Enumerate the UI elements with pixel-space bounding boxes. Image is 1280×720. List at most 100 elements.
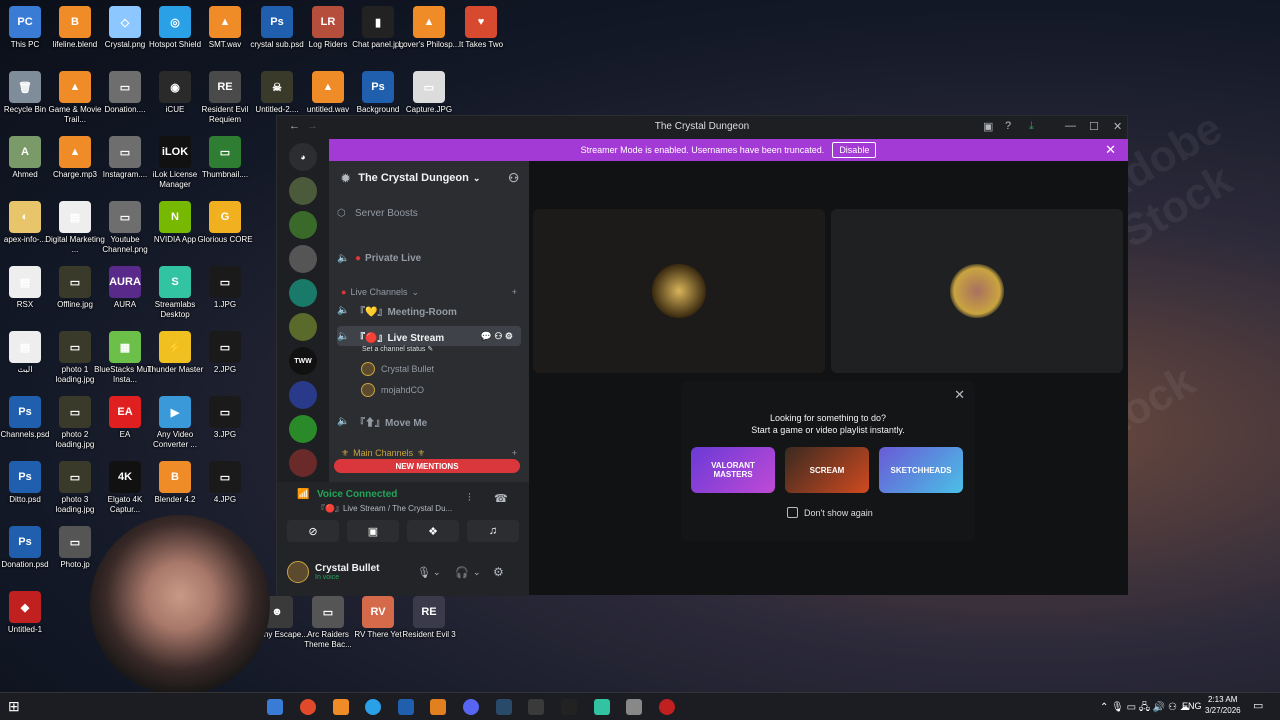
- video-tile[interactable]: [533, 209, 825, 373]
- channel-live-stream[interactable]: 🔈 『🔴』Live Stream 💬 ⚇ ⚙: [337, 326, 521, 346]
- noise-icon[interactable]: ⫶: [468, 492, 471, 505]
- channel-move-me[interactable]: 🔈 『⬆』Move Me: [337, 411, 521, 431]
- activities-icon[interactable]: ❖: [407, 520, 459, 542]
- discord-taskbar-icon[interactable]: [463, 699, 479, 715]
- desktop-icon[interactable]: ▲ SMT.wav: [196, 6, 254, 68]
- file-icon: RE: [209, 71, 241, 103]
- streamlabs-icon[interactable]: [594, 699, 610, 715]
- file-icon: A: [9, 136, 41, 168]
- telegram-icon[interactable]: [365, 699, 381, 715]
- checkbox[interactable]: [787, 507, 798, 518]
- headphones-icon[interactable]: 🎧: [455, 566, 469, 579]
- server-icon[interactable]: [289, 313, 317, 341]
- chrome-icon[interactable]: [300, 699, 316, 715]
- disconnect-icon[interactable]: ☎: [494, 492, 508, 505]
- desktop-icon[interactable]: ▭ Thumbnail....: [196, 136, 254, 198]
- file-icon: ▲: [59, 71, 91, 103]
- file-icon: ▦: [109, 331, 141, 363]
- desktop-icon[interactable]: ▭ 1.JPG: [196, 266, 254, 328]
- server-icon[interactable]: [289, 381, 317, 409]
- desktop-icon[interactable]: Ps crystal sub.psd: [248, 6, 306, 68]
- close-icon[interactable]: ✕: [954, 387, 965, 403]
- desktop-icon[interactable]: ♥ It Takes Two: [452, 6, 510, 68]
- discord-home-icon[interactable]: ◕: [289, 143, 317, 171]
- desktop-icon[interactable]: RE Resident Evil Requiem: [196, 71, 254, 133]
- screen-share-icon[interactable]: ▣: [347, 520, 399, 542]
- disable-button[interactable]: Disable: [832, 142, 877, 158]
- desktop-icon[interactable]: ▭ 3.JPG: [196, 396, 254, 458]
- channel-private-live[interactable]: 🔈 ● Private Live: [337, 248, 521, 268]
- server-icon[interactable]: [289, 449, 317, 477]
- server-icon[interactable]: [289, 177, 317, 205]
- dont-show-again[interactable]: Don't show again: [787, 507, 873, 518]
- new-mentions-pill[interactable]: NEW MENTIONS: [334, 459, 520, 473]
- game-thumbnail[interactable]: SCREAM: [785, 447, 869, 493]
- file-explorer-icon[interactable]: [267, 699, 283, 715]
- soundboard-icon[interactable]: ♫: [467, 520, 519, 542]
- close-window-icon[interactable]: ✕: [1113, 120, 1122, 133]
- voice-member[interactable]: mojahdCO: [361, 381, 424, 399]
- server-icon[interactable]: [289, 245, 317, 273]
- app-icon[interactable]: [561, 699, 577, 715]
- channel-actions-icon[interactable]: 💬 ⚇ ⚙: [481, 331, 513, 342]
- app-icon[interactable]: [626, 699, 642, 715]
- camera-off-icon[interactable]: ⊘: [287, 520, 339, 542]
- vlc-icon[interactable]: [333, 699, 349, 715]
- desktop-icon-label: It Takes Two: [458, 40, 504, 49]
- game-thumbnail[interactable]: VALORANT MASTERS: [691, 447, 775, 493]
- close-banner-icon[interactable]: ✕: [1105, 142, 1116, 158]
- server-header[interactable]: ✹ The Crystal Dungeon ⌄ ⚇: [329, 161, 529, 195]
- add-channel-icon[interactable]: +: [512, 287, 517, 297]
- chevron-down-icon[interactable]: ⌄: [473, 567, 481, 578]
- desktop-icon[interactable]: G Glorious CORE: [196, 201, 254, 263]
- game-thumbnail[interactable]: SKETCHHEADS: [879, 447, 963, 493]
- settings-gear-icon[interactable]: ⚙: [493, 565, 504, 579]
- voice-status[interactable]: Voice Connected: [317, 489, 397, 500]
- download-icon[interactable]: ⤓: [1029, 120, 1034, 133]
- desktop-icon[interactable]: ▭ 4.JPG: [196, 461, 254, 523]
- server-boosts[interactable]: ⬡ Server Boosts: [337, 203, 521, 223]
- clock-date[interactable]: 3/27/2026: [1205, 706, 1241, 715]
- help-icon[interactable]: ?: [1005, 120, 1011, 132]
- desktop-icon[interactable]: ▲ Lover's Philosp...: [399, 6, 459, 68]
- webcam-overlay: [90, 515, 270, 695]
- speaker-icon: 🔈: [337, 304, 350, 316]
- screen-icon[interactable]: ▣: [983, 120, 993, 133]
- minimize-icon[interactable]: —: [1065, 120, 1076, 132]
- photoshop-icon[interactable]: [398, 699, 414, 715]
- chevron-down-icon[interactable]: ⌄: [433, 567, 441, 578]
- app-icon[interactable]: [659, 699, 675, 715]
- desktop-icon[interactable]: ▭ 2.JPG: [196, 331, 254, 393]
- desktop-icon[interactable]: RV RV There Yet: [349, 596, 407, 658]
- server-icon[interactable]: [289, 279, 317, 307]
- voice-member[interactable]: Crystal Bullet: [361, 360, 434, 378]
- server-icon[interactable]: TWW: [289, 347, 317, 375]
- desktop-icon-label: 1.JPG: [213, 300, 237, 309]
- desktop-icon-label: Glorious CORE: [197, 235, 253, 244]
- server-icon[interactable]: [289, 415, 317, 443]
- voice-channel[interactable]: 『🔴』Live Stream / The Crystal Du...: [317, 503, 452, 514]
- set-channel-status[interactable]: Set a channel status ✎: [362, 345, 433, 353]
- notification-icon[interactable]: ▭: [1253, 699, 1263, 712]
- maximize-icon[interactable]: ☐: [1089, 120, 1099, 133]
- desktop-icon[interactable]: ◆ Untitled-1: [0, 591, 54, 653]
- avatar[interactable]: [287, 561, 309, 583]
- clock-time[interactable]: 2:13 AM: [1208, 695, 1237, 704]
- windows-start-icon[interactable]: ⊞: [8, 698, 20, 715]
- add-member-icon[interactable]: ⚇: [508, 171, 519, 185]
- tray-icons[interactable]: ⌃ 🎙 ▭ 🖧 🔊 ⚇ ☁: [1100, 700, 1190, 717]
- add-channel-icon[interactable]: +: [512, 448, 517, 458]
- category-live-channels[interactable]: ● Live Channels ⌄ +: [341, 285, 521, 299]
- desktop-icon[interactable]: ▮ Chat panel.jpg: [349, 6, 407, 68]
- category-main-channels[interactable]: ⚜ Main Channels ⚜ +: [341, 446, 521, 460]
- channel-meeting-room[interactable]: 🔈 『💛』Meeting-Room: [337, 300, 521, 320]
- steam-icon[interactable]: [496, 699, 512, 715]
- app-icon[interactable]: [528, 699, 544, 715]
- microphone-icon[interactable]: 🎙: [417, 566, 431, 579]
- server-icon[interactable]: [289, 211, 317, 239]
- speaker-icon: 🔈: [337, 330, 350, 342]
- desktop-icon[interactable]: RE Resident Evil 3: [400, 596, 458, 658]
- video-tile[interactable]: [831, 209, 1123, 373]
- language-indicator[interactable]: ENG: [1182, 701, 1202, 711]
- shield-app-icon[interactable]: [430, 699, 446, 715]
